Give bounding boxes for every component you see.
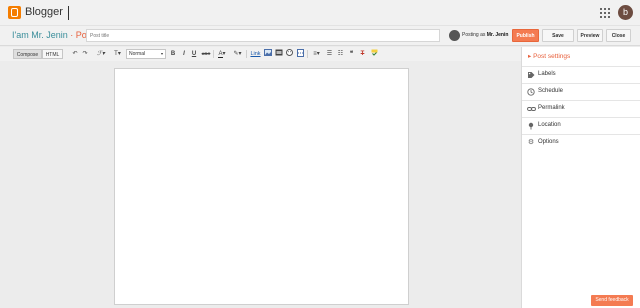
blog-name-text: I'am Mr. Jenin [12,30,68,40]
underline-icon[interactable]: U [191,49,197,59]
settings-item-location[interactable]: Location [522,117,640,134]
publish-button[interactable]: Publish [512,29,539,42]
remove-formatting-icon[interactable]: T [359,49,366,59]
clock-icon [527,88,535,96]
app-name[interactable]: Blogger [25,6,63,18]
header-divider [68,6,69,20]
highlight-color-icon[interactable]: ✎▾ [231,49,244,59]
font-family-icon[interactable]: ℱ▾ [95,49,107,59]
quote-icon[interactable]: ❝ [348,49,355,59]
emoji-icon[interactable] [286,49,293,59]
spellcheck-icon[interactable] [371,49,378,59]
format-select[interactable]: Normal ▾ [126,49,166,59]
strikethrough-icon[interactable]: ABC [201,49,211,59]
font-size-icon[interactable]: T▾ [111,49,124,59]
align-icon[interactable]: ≡▾ [310,49,323,59]
toolbar-separator [213,50,214,58]
toolbar-separator [246,50,247,58]
jump-break-icon[interactable] [297,49,304,59]
redo-icon[interactable]: ↷ [82,49,88,59]
author-avatar [449,30,460,41]
link-icon [527,105,536,113]
post-body-editor[interactable] [114,68,409,305]
save-button[interactable]: Save [542,29,574,42]
html-tab[interactable]: HTML [42,49,63,59]
editor-toolbar: Compose HTML ↶ ↷ ℱ▾ T▾ Normal ▾ B I U ABC… [0,47,521,61]
undo-icon[interactable]: ↶ [72,49,78,59]
apps-grid-icon[interactable] [600,8,610,18]
posting-as-prefix: Posting as [462,32,487,38]
close-button[interactable]: Close [606,29,631,42]
font-size-glyph: T [114,51,118,57]
text-color-icon[interactable]: A▾ [216,49,228,59]
avatar[interactable]: b [618,5,633,20]
settings-item-label: Location [538,122,561,128]
numbered-list-icon[interactable]: ☰ [326,49,333,59]
font-glyph: ℱ [97,51,102,57]
post-settings-heading[interactable]: ▸ Post settings [528,52,570,60]
link-button[interactable]: Link [249,49,262,59]
settings-item-label: Permalink [538,105,565,111]
image-icon[interactable] [264,49,272,59]
posting-as-user: Mr. Jenin [486,32,509,38]
post-settings-panel: ▸ Post settings Labels Schedule Permalin… [521,47,640,308]
bold-icon[interactable]: B [170,49,176,59]
compose-tab[interactable]: Compose [13,49,42,59]
settings-item-labels[interactable]: Labels [522,66,640,83]
settings-item-label: Options [538,139,559,145]
preview-button[interactable]: Preview [577,29,603,42]
settings-item-schedule[interactable]: Schedule [522,83,640,100]
bullet-list-icon[interactable]: ☷ [337,49,344,59]
separator: · [67,30,76,40]
top-bar: Blogger b [0,0,640,26]
tag-icon [527,71,535,79]
post-title-input[interactable] [86,29,440,42]
settings-item-options[interactable]: ⚙ Options [522,134,640,151]
toolbar-separator [307,50,308,58]
settings-item-permalink[interactable]: Permalink [522,100,640,117]
chevron-down-icon: ▾ [160,51,163,56]
gear-icon: ⚙ [527,139,535,146]
settings-item-label: Labels [538,71,556,77]
settings-item-label: Schedule [538,88,564,94]
post-settings-label: Post settings [533,53,571,60]
blog-title[interactable]: I'am Mr. Jenin · Post [12,30,94,40]
italic-icon[interactable]: I [181,49,187,59]
post-header: I'am Mr. Jenin · Post Posting as Mr. Jen… [0,26,640,46]
format-select-value: Normal [129,51,146,57]
pin-icon [527,122,535,130]
blogger-logo-icon[interactable] [8,6,21,19]
send-feedback-button[interactable]: Send feedback [591,295,633,306]
video-icon[interactable] [275,49,283,59]
